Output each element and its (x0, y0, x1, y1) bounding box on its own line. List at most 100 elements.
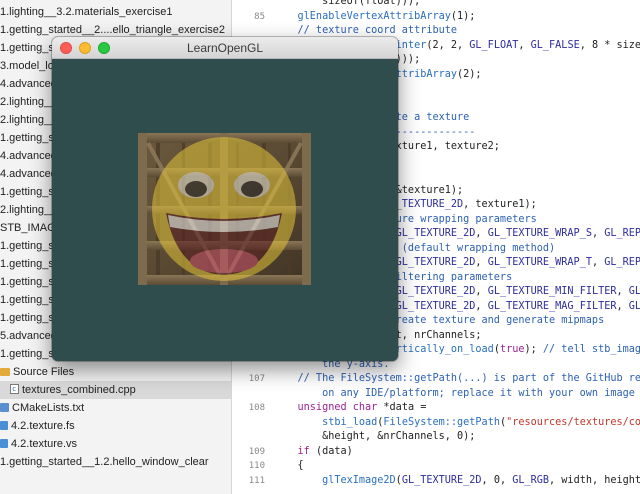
sidebar-item-label: 1.getting_st (0, 258, 57, 270)
code-line[interactable]: stbi_load(FileSystem::getPath("resources… (273, 415, 640, 430)
sidebar-item-label: textures_combined.cpp (22, 384, 136, 396)
sidebar-item[interactable]: 4.2.texture.fs (0, 417, 231, 435)
code-token: "resources/textures/co (506, 416, 640, 428)
folder-icon (0, 368, 10, 376)
line-number: 107 (248, 374, 265, 384)
sidebar-item-label: 1.getting_st (0, 312, 57, 324)
code-token: true (499, 344, 525, 355)
code-token: &height, &nrChannels, 0); (273, 431, 476, 442)
code-token: GL (628, 300, 640, 312)
code-token: , (591, 257, 605, 268)
code-token: (2); (457, 68, 482, 80)
code-token: , (616, 286, 629, 297)
opengl-viewport[interactable] (52, 59, 398, 361)
code-token: glEnableVertexAttribArray (273, 10, 451, 22)
code-token: inter (395, 39, 427, 51)
sidebar-item-label: 2.lighting__ (0, 204, 57, 216)
code-token: , (518, 39, 531, 51)
code-token: ttribArray (395, 68, 458, 80)
code-token: GL_TEXTURE_MAG_FILTER (487, 300, 617, 312)
code-line[interactable]: { (273, 458, 304, 473)
code-token: glTexImage2D (273, 474, 396, 486)
code-token: // The FileSystem::getPath(...) is part … (273, 373, 640, 384)
code-line[interactable]: on any IDE/platform; replace it with you… (273, 386, 635, 401)
sidebar-item[interactable]: 4.2.texture.vs (0, 435, 231, 453)
code-token: unsigned char (273, 402, 378, 413)
code-token: , (475, 257, 488, 268)
code-token: GL_TEXTURE_MIN_FILTER (487, 286, 617, 297)
line-number: 110 (248, 461, 265, 471)
code-token: , (591, 228, 605, 239)
code-token: GL (628, 286, 640, 297)
line-number: 108 (248, 403, 265, 413)
code-token: GL_TEXTURE_WRAP_S (487, 228, 592, 239)
code-token: , 8 * size (579, 39, 640, 51)
code-token: (2, 2, (426, 39, 470, 51)
sidebar-item-label: Source Files (13, 366, 75, 378)
line-number: 109 (248, 446, 265, 457)
code-line[interactable]: // The FileSystem::getPath(...) is part … (273, 371, 640, 386)
code-token: GL_REP (604, 257, 640, 268)
code-token: (1); (450, 10, 476, 22)
sidebar-item[interactable]: 1.getting_started__1.2.hello_window_clea… (0, 453, 231, 471)
window-titlebar[interactable]: LearnOpenGL (52, 37, 398, 59)
cmake-file-icon (0, 403, 9, 412)
code-token: , (475, 228, 488, 239)
code-token: GL_TEXTURE_WRAP_T (487, 257, 592, 268)
code-token: GL_FLOAT (469, 39, 519, 51)
textured-quad (138, 133, 311, 285)
code-token: , width, height (549, 474, 640, 486)
sidebar-item-label: 1.getting_st (0, 186, 57, 198)
code-token: GL_FALSE (530, 39, 580, 51)
sidebar-item-label: 1.getting_st (0, 294, 57, 306)
sidebar-item-label: 4.2.texture.vs (11, 438, 78, 450)
sidebar-item-label: 1.lighting__3.2.materials_exercise1 (0, 6, 173, 18)
sidebar-item-label: 1.getting_st (0, 240, 57, 252)
learnopengl-window[interactable]: LearnOpenGL (52, 37, 398, 361)
sidebar-item-label: 2.lighting__ (0, 96, 57, 108)
sidebar-item-label: 1.getting_st (0, 42, 57, 54)
sidebar-item-label: 2.lighting__ (0, 114, 57, 126)
code-token: GL_REP (604, 228, 640, 239)
code-token: , (616, 300, 629, 312)
sidebar-item-label: 1.getting_st (0, 132, 57, 144)
awesomeface-overlay (152, 137, 296, 281)
code-line[interactable]: glEnableVertexAttribArray(1); (273, 9, 476, 24)
shader-file-icon (0, 421, 8, 430)
code-token: on any IDE/platform; replace it with you… (273, 387, 635, 399)
sidebar-item-label: 4.2.texture.fs (11, 420, 75, 432)
code-token: ); (524, 344, 543, 355)
shader-file-icon (0, 439, 8, 448)
sidebar-item-label: 3.model_loa (0, 60, 60, 72)
code-token: // tell stb_imag (542, 344, 640, 355)
code-line[interactable]: glTexImage2D(GL_TEXTURE_2D, 0, GL_RGB, w… (273, 473, 640, 488)
code-line[interactable]: &height, &nrChannels, 0); (273, 429, 475, 444)
sidebar-item[interactable]: 1.lighting__3.2.materials_exercise1 (0, 3, 231, 21)
sidebar-item[interactable]: Source Files (0, 363, 231, 381)
code-line[interactable]: // texture coord attribute (273, 23, 457, 38)
code-token: *data = (377, 402, 427, 413)
code-token: , (475, 300, 488, 312)
sidebar-item-label: 1.getting_started__2....ello_triangle_ex… (0, 24, 226, 36)
code-token: if (273, 445, 310, 457)
code-token: , texture1); (463, 199, 537, 210)
line-number: 111 (248, 475, 265, 486)
code-token: FileSystem::getPath (383, 416, 500, 428)
sidebar-item-label: CMakeLists.txt (12, 402, 85, 414)
code-line[interactable]: unsigned char *data = (273, 400, 427, 415)
code-token: // texture coord attribute (273, 25, 458, 36)
code-token: sizeof(float))); (273, 0, 421, 7)
line-number: 85 (254, 11, 265, 22)
code-line[interactable]: if (data) (273, 444, 353, 459)
sidebar-item[interactable]: CMakeLists.txt (0, 399, 231, 417)
code-token: stbi_load (273, 416, 378, 428)
code-token: GL_RGB (512, 474, 550, 486)
window-title: LearnOpenGL (186, 41, 264, 55)
code-token: GL_TEXTURE_2D (401, 474, 482, 486)
code-token: (data) (309, 445, 353, 457)
code-token: , 0, (481, 474, 513, 486)
sidebar-item-label: 1.getting_st (0, 276, 57, 288)
code-token: { (273, 460, 304, 471)
sidebar-item[interactable]: textures_combined.cpp (0, 381, 231, 399)
sidebar-item-label: 1.getting_started__1.2.hello_window_clea… (0, 456, 209, 468)
